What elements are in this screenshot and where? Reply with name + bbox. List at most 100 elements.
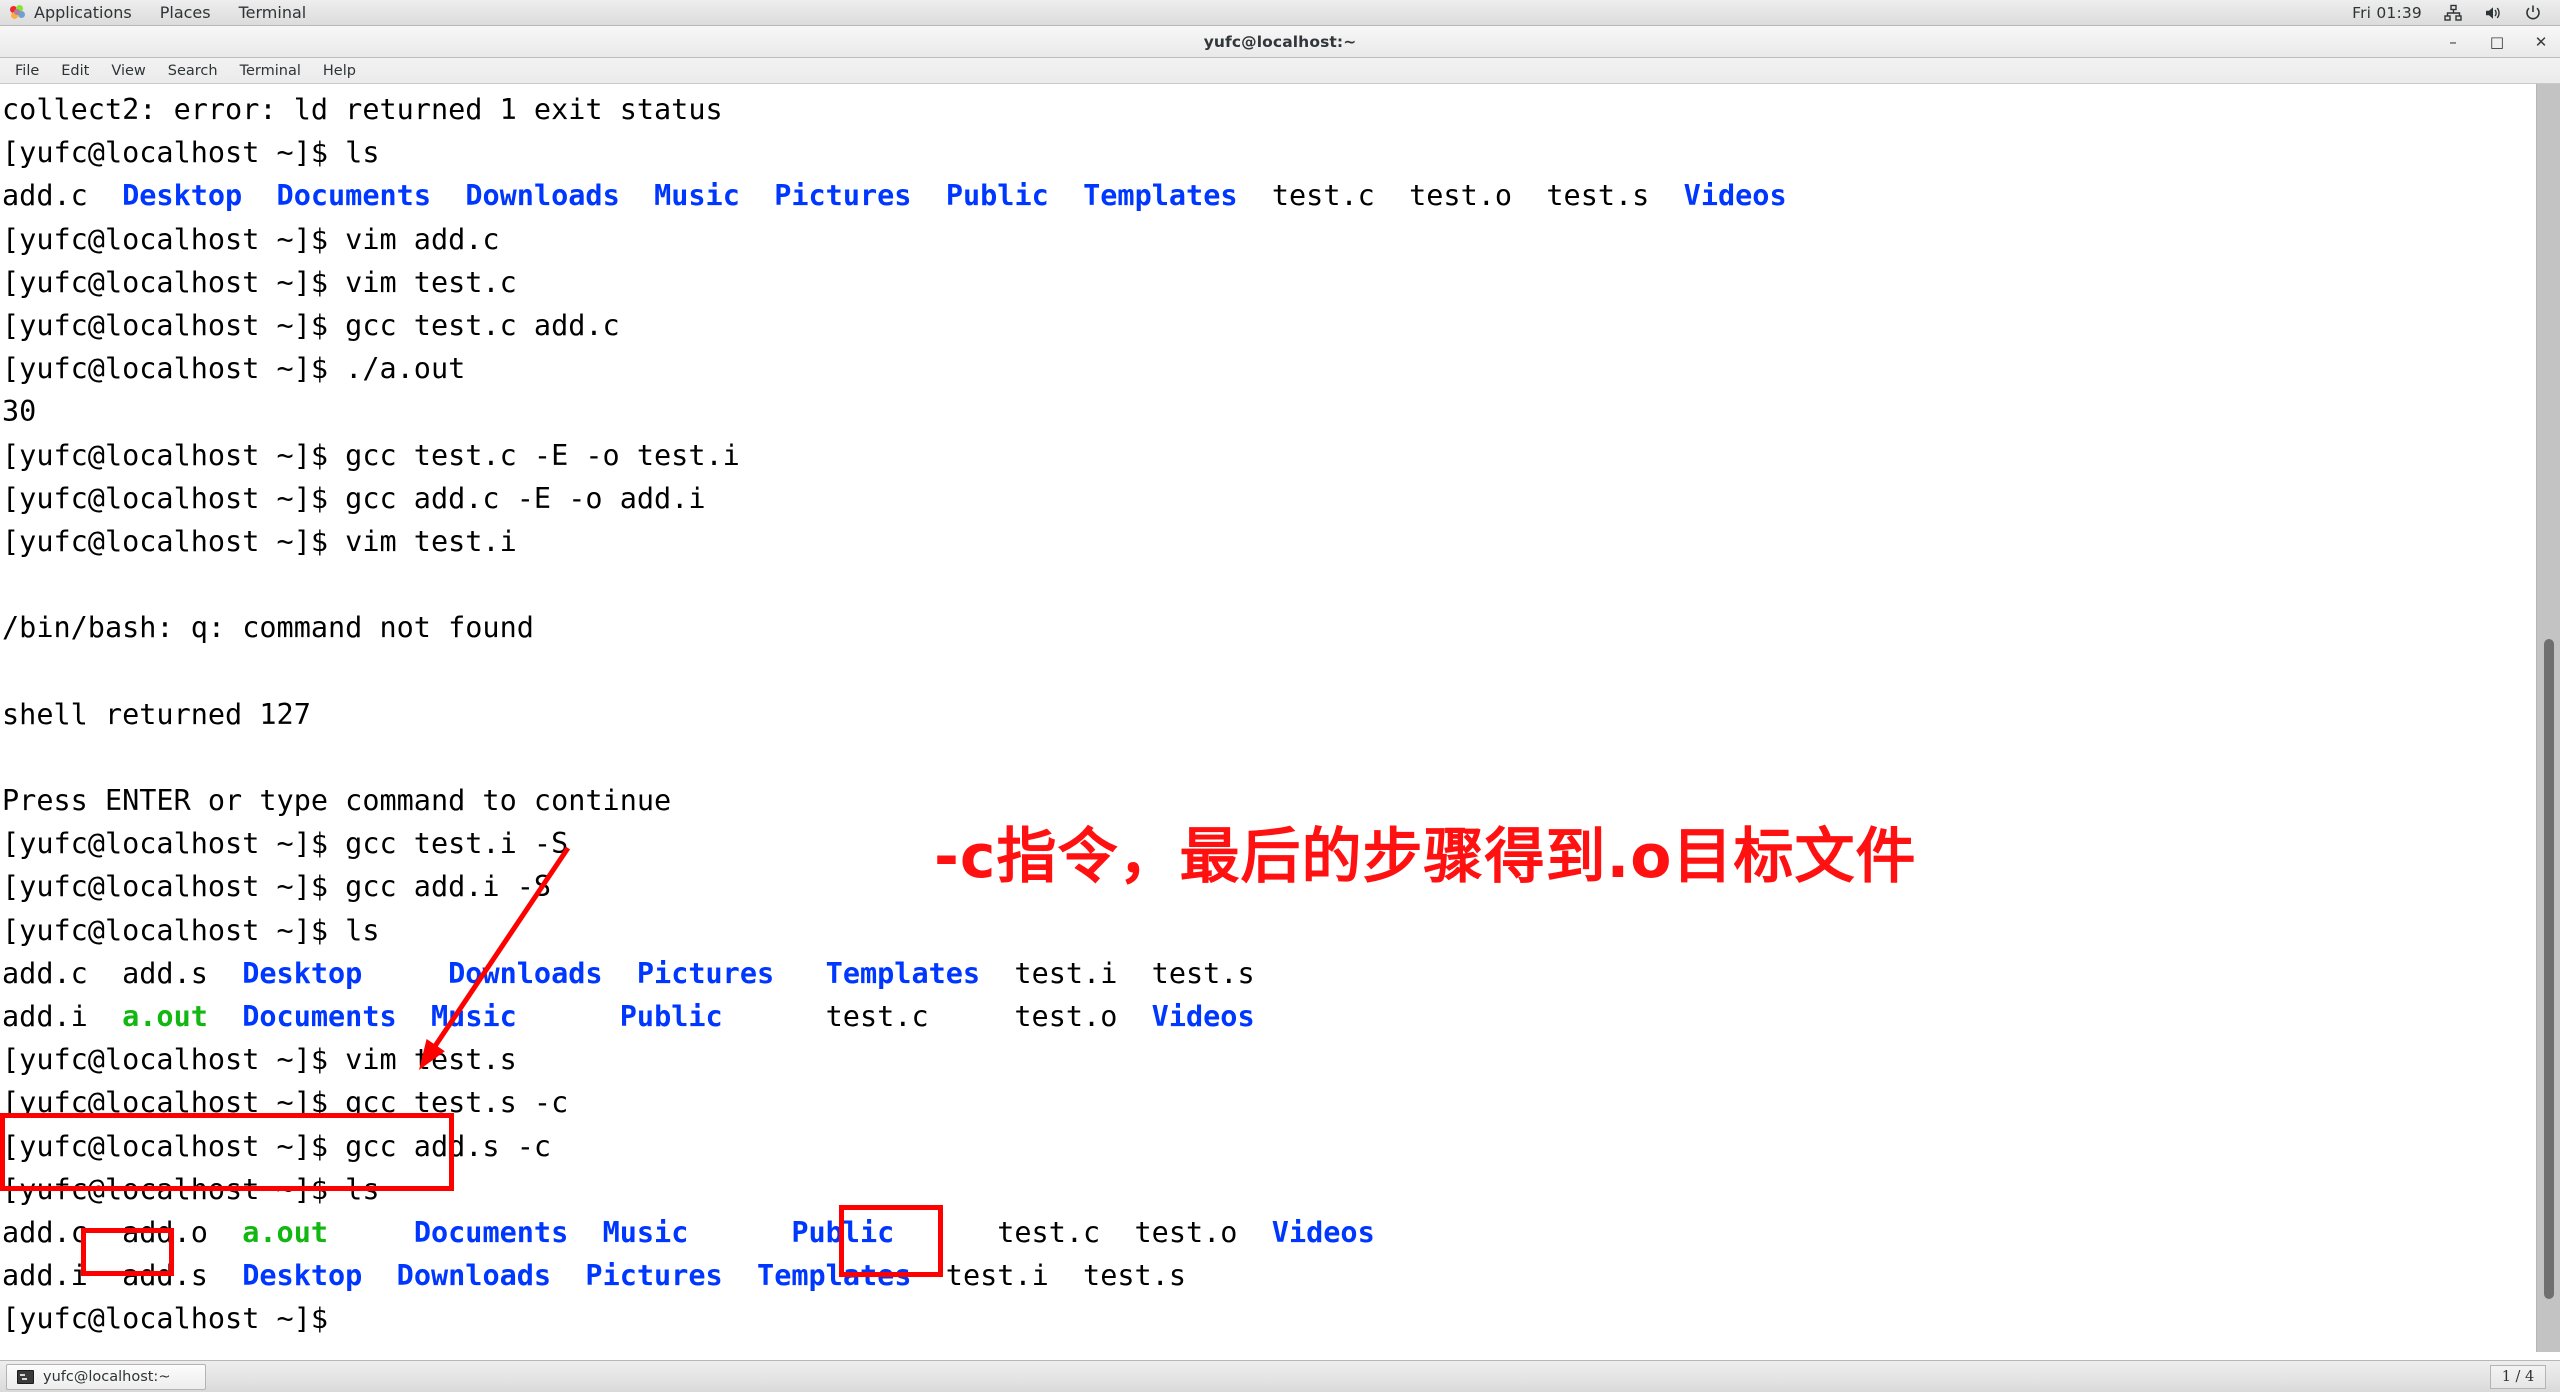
- terminal-text: [yufc@localhost ~]$: [2, 1302, 346, 1336]
- terminal-text: [yufc@localhost ~]$ gcc test.c add.c: [2, 308, 620, 342]
- terminal-viewport[interactable]: collect2: error: ld returned 1 exit stat…: [0, 84, 2560, 1352]
- terminal-text: add.c add.o: [2, 1215, 243, 1249]
- taskbar: yufc@localhost:~ 1 / 4: [0, 1360, 2560, 1392]
- menu-view[interactable]: View: [100, 60, 156, 82]
- terminal-text: [yufc@localhost ~]$ gcc test.i -S: [2, 827, 569, 861]
- top-panel: Applications Places Terminal Fri 01:39: [0, 0, 2560, 26]
- terminal-text: test.c test.o: [894, 1215, 1272, 1249]
- taskbar-window-label: yufc@localhost:~: [43, 1368, 171, 1385]
- directory-name: Pictures: [636, 956, 775, 990]
- terminal-window: yufc@localhost:~ – □ ✕ File Edit View Se…: [0, 26, 2560, 1352]
- close-button[interactable]: ✕: [2532, 34, 2550, 50]
- terminal-text: [yufc@localhost ~]$ ls: [2, 913, 380, 947]
- directory-name: Public: [791, 1215, 895, 1249]
- maximize-button[interactable]: □: [2488, 34, 2506, 50]
- terminal-line: [yufc@localhost ~]$ vim test.c: [2, 261, 2536, 304]
- terminal-text: test.c test.o test.s: [1237, 179, 1684, 213]
- clock[interactable]: Fri 01:39: [2352, 4, 2422, 22]
- terminal-line: [yufc@localhost ~]$ vim test.i: [2, 520, 2536, 563]
- directory-name: Desktop: [122, 179, 243, 213]
- terminal-output[interactable]: collect2: error: ld returned 1 exit stat…: [0, 84, 2536, 1352]
- terminal-text: Press ENTER or type command to continue: [2, 784, 672, 817]
- directory-name: Documents: [276, 179, 431, 213]
- terminal-text: [yufc@localhost ~]$ ./a.out: [2, 352, 466, 386]
- terminal-text: [yufc@localhost ~]$ vim add.c: [2, 222, 500, 256]
- terminal-menubar: File Edit View Search Terminal Help: [0, 58, 2560, 84]
- terminal-text: test.c test.o: [722, 999, 1152, 1033]
- terminal-line: [yufc@localhost ~]$: [2, 1297, 2536, 1340]
- terminal-text: [yufc@localhost ~]$ gcc add.s -c: [2, 1129, 552, 1163]
- network-icon[interactable]: [2444, 4, 2462, 22]
- terminal-line: add.i add.s Desktop Downloads Pictures T…: [2, 1254, 2536, 1297]
- terminal-scrollbar[interactable]: [2536, 84, 2560, 1352]
- directory-name: Pictures: [585, 1259, 723, 1293]
- terminal-line: [yufc@localhost ~]$ gcc add.s -c: [2, 1125, 2536, 1168]
- terminal-text: add.c: [2, 179, 123, 213]
- minimize-button[interactable]: –: [2444, 34, 2462, 50]
- terminal-text: [yufc@localhost ~]$ vim test.s: [2, 1043, 517, 1077]
- applications-menu-label: Applications: [34, 3, 132, 22]
- terminal-line: [yufc@localhost ~]$ gcc test.c -E -o tes…: [2, 434, 2536, 477]
- terminal-text: 30: [2, 395, 37, 429]
- terminal-line: [yufc@localhost ~]$ gcc test.c add.c: [2, 304, 2536, 347]
- menu-edit[interactable]: Edit: [50, 60, 100, 82]
- terminal-text: [yufc@localhost ~]$ gcc test.s -c: [2, 1086, 569, 1120]
- directory-name: Templates: [757, 1259, 912, 1293]
- terminal-line: add.c add.o a.out Documents Music Public…: [2, 1211, 2536, 1254]
- menu-terminal[interactable]: Terminal: [229, 60, 312, 82]
- menu-file[interactable]: File: [4, 60, 50, 82]
- terminal-line: 30: [2, 390, 2536, 433]
- terminal-line: [yufc@localhost ~]$ ls: [2, 909, 2536, 952]
- window-title: yufc@localhost:~: [1203, 32, 1357, 51]
- directory-name: Downloads: [448, 956, 603, 990]
- volume-icon[interactable]: [2484, 4, 2502, 22]
- terminal-line: collect2: error: ld returned 1 exit stat…: [2, 88, 2536, 131]
- terminal-menu[interactable]: Terminal: [225, 0, 321, 26]
- terminal-line: [yufc@localhost ~]$ vim add.c: [2, 218, 2536, 261]
- terminal-icon: [17, 1369, 34, 1384]
- terminal-text: [yufc@localhost ~]$ ls: [2, 1172, 380, 1206]
- terminal-line: add.c Desktop Documents Downloads Music …: [2, 174, 2536, 217]
- terminal-line: add.c add.s Desktop Downloads Pictures T…: [2, 952, 2536, 995]
- applications-menu[interactable]: Applications: [0, 0, 146, 26]
- places-menu[interactable]: Places: [146, 0, 225, 26]
- directory-name: Public: [619, 999, 723, 1033]
- window-controls: – □ ✕: [2444, 26, 2550, 58]
- terminal-line: add.i a.out Documents Music Public test.…: [2, 995, 2536, 1038]
- directory-name: Public: [945, 179, 1049, 213]
- places-menu-label: Places: [159, 3, 211, 22]
- menu-search[interactable]: Search: [157, 60, 229, 82]
- scrollbar-thumb[interactable]: [2544, 639, 2554, 1299]
- terminal-line: /bin/bash: q: command not found: [2, 606, 2536, 649]
- terminal-text: [yufc@localhost ~]$ ls: [2, 136, 380, 170]
- terminal-text: /bin/bash: q: command not found: [2, 611, 534, 645]
- taskbar-window-button[interactable]: yufc@localhost:~: [6, 1363, 206, 1390]
- window-titlebar[interactable]: yufc@localhost:~ – □ ✕: [0, 26, 2560, 58]
- workspace-indicator[interactable]: 1 / 4: [2490, 1364, 2546, 1389]
- directory-name: Desktop: [242, 956, 363, 990]
- menu-help[interactable]: Help: [312, 60, 367, 82]
- terminal-text: test.i test.s: [980, 956, 1255, 990]
- terminal-line: shell returned 127: [2, 693, 2536, 736]
- directory-name: Templates: [1083, 179, 1238, 213]
- terminal-text: [yufc@localhost ~]$ vim test.i: [2, 524, 517, 558]
- terminal-line: [yufc@localhost ~]$ vim test.s: [2, 1038, 2536, 1081]
- terminal-line: Press ENTER or type command to continue: [2, 779, 2536, 822]
- power-icon[interactable]: [2524, 4, 2542, 22]
- terminal-text: [yufc@localhost ~]$ gcc add.c -E -o add.…: [2, 481, 706, 515]
- terminal-text: [yufc@localhost ~]$ vim test.c: [2, 265, 517, 299]
- terminal-text: [yufc@localhost ~]$ gcc test.c -E -o tes…: [2, 438, 740, 472]
